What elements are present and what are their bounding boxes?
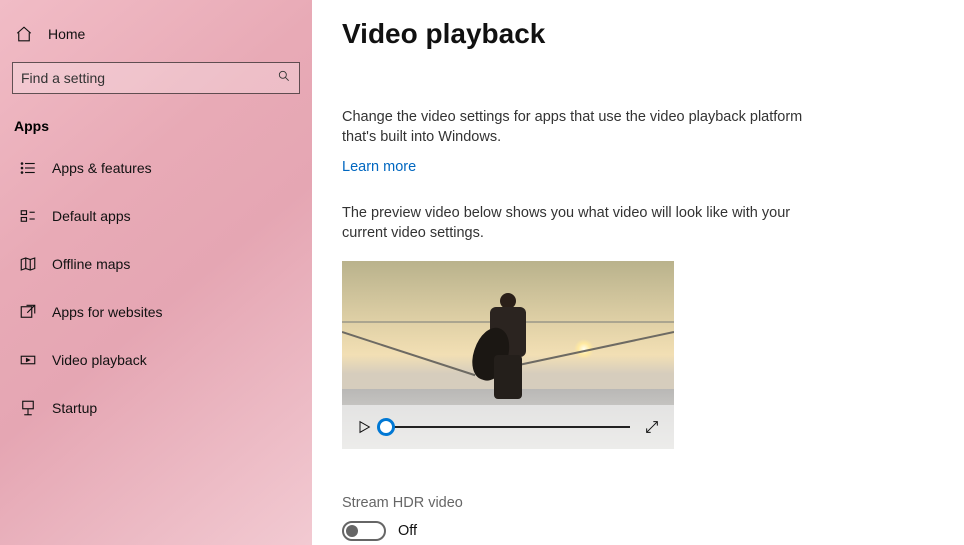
map-icon — [18, 255, 38, 273]
sidebar-item-label: Apps & features — [52, 160, 152, 176]
sidebar-item-label: Video playback — [52, 352, 147, 368]
page-title: Video playback — [342, 18, 934, 50]
sidebar-item-startup[interactable]: Startup — [0, 384, 312, 432]
defaults-icon — [18, 207, 38, 225]
startup-icon — [18, 399, 38, 417]
hdr-toggle-state: Off — [398, 523, 417, 539]
home-label: Home — [48, 26, 85, 42]
video-seek-thumb[interactable] — [377, 418, 395, 436]
sidebar-item-label: Startup — [52, 400, 97, 416]
sidebar: Home Apps Apps & features — [0, 0, 312, 545]
sidebar-item-label: Offline maps — [52, 256, 130, 272]
search-icon — [277, 69, 291, 88]
search-input-container[interactable] — [12, 62, 300, 94]
sidebar-item-label: Apps for websites — [52, 304, 163, 320]
sidebar-item-apps-features[interactable]: Apps & features — [0, 144, 312, 192]
sidebar-item-label: Default apps — [52, 208, 131, 224]
sidebar-section-title: Apps — [0, 104, 312, 144]
play-button[interactable] — [356, 419, 372, 435]
page-description: Change the video settings for apps that … — [342, 108, 812, 147]
main-content: Video playback Change the video settings… — [312, 0, 964, 545]
search-input[interactable] — [21, 70, 277, 86]
sidebar-item-default-apps[interactable]: Default apps — [0, 192, 312, 240]
home-icon — [14, 25, 34, 43]
sidebar-item-video-playback[interactable]: Video playback — [0, 336, 312, 384]
fullscreen-button[interactable] — [644, 419, 660, 435]
hdr-toggle[interactable] — [342, 521, 386, 541]
hdr-section-label: Stream HDR video — [342, 495, 934, 511]
video-controls — [342, 405, 674, 449]
preview-description: The preview video below shows you what v… — [342, 204, 812, 243]
home-button[interactable]: Home — [0, 14, 312, 54]
video-icon — [18, 351, 38, 369]
video-preview[interactable] — [342, 261, 674, 449]
open-icon — [18, 303, 38, 321]
list-icon — [18, 159, 38, 177]
toggle-knob — [346, 525, 358, 537]
sidebar-item-offline-maps[interactable]: Offline maps — [0, 240, 312, 288]
learn-more-link[interactable]: Learn more — [342, 159, 416, 175]
sidebar-item-apps-for-websites[interactable]: Apps for websites — [0, 288, 312, 336]
video-seek-track[interactable] — [386, 426, 630, 428]
